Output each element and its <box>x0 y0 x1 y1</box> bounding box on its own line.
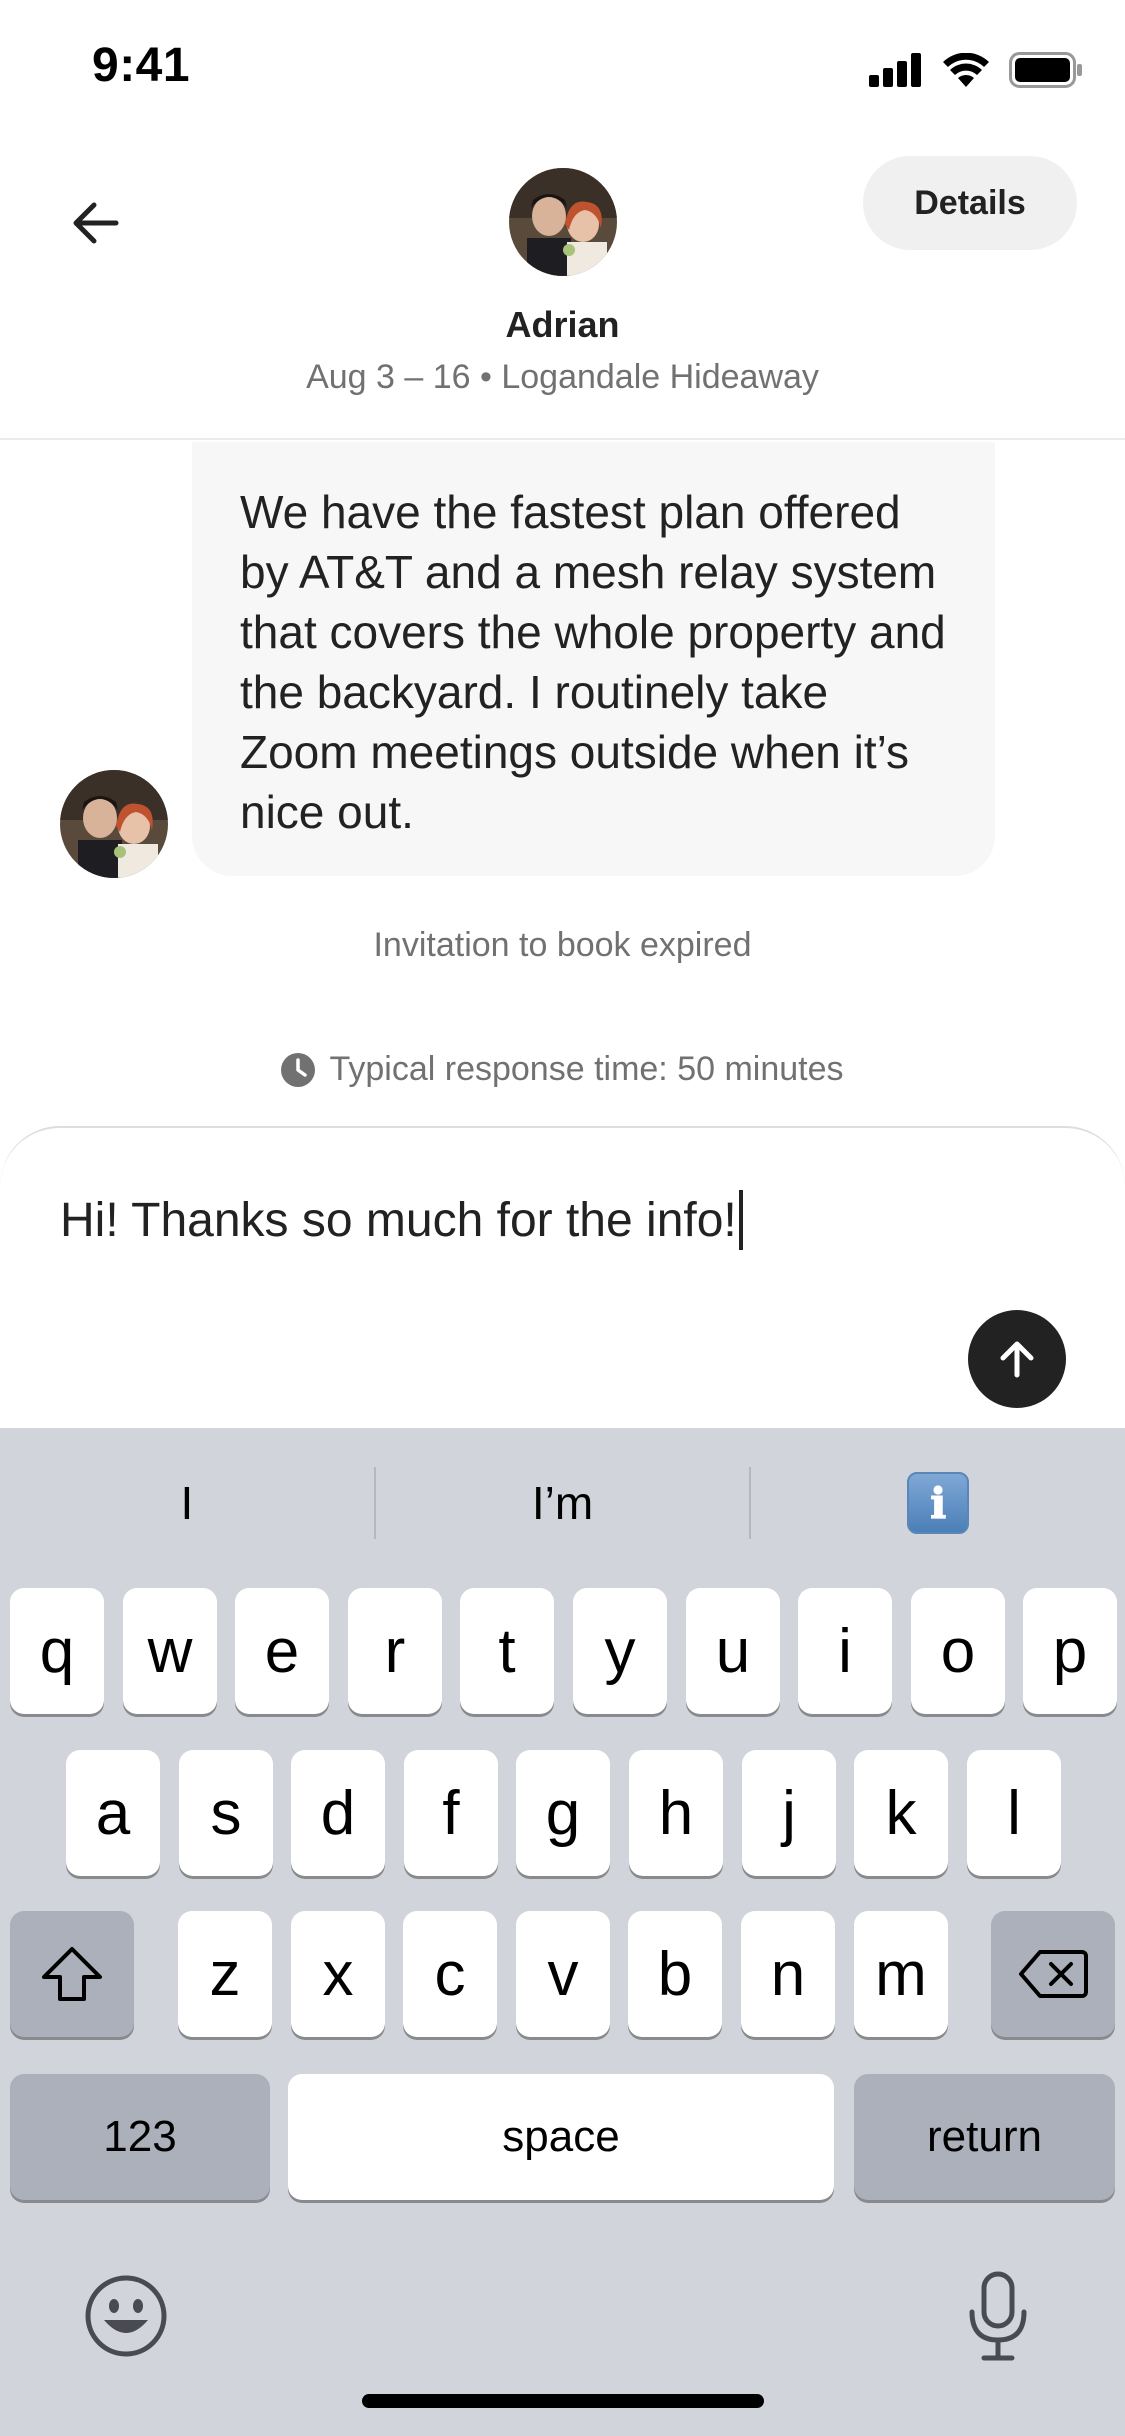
info-emoji-glyph: ℹ <box>930 1478 947 1528</box>
host-name: Adrian <box>505 304 620 345</box>
status-time: 9:41 <box>92 39 191 92</box>
avatar-photo <box>509 168 617 276</box>
key-e[interactable]: e <box>235 1588 329 1714</box>
key-y[interactable]: y <box>573 1588 667 1714</box>
numbers-key[interactable]: 123 <box>10 2074 270 2200</box>
key-u[interactable]: u <box>686 1588 780 1714</box>
space-key[interactable]: space <box>288 2074 834 2200</box>
key-d[interactable]: d <box>291 1750 385 1876</box>
response-time-note: Typical response time: 50 minutes <box>0 1050 1125 1089</box>
key-k[interactable]: k <box>854 1750 948 1876</box>
return-key[interactable]: return <box>854 2074 1115 2200</box>
suggestion-bar: I I’m ℹ <box>0 1428 1125 1578</box>
suggestion-1[interactable]: I <box>0 1466 374 1540</box>
key-q[interactable]: q <box>10 1588 104 1714</box>
message-input[interactable]: Hi! Thanks so much for the info! <box>60 1190 743 1250</box>
key-p[interactable]: p <box>1023 1588 1117 1714</box>
key-r[interactable]: r <box>348 1588 442 1714</box>
wifi-icon <box>943 53 989 87</box>
arrow-left-icon <box>73 202 119 244</box>
delete-backspace-icon <box>1019 1950 1088 1998</box>
key-j[interactable]: j <box>742 1750 836 1876</box>
conversation-header: Details Adrian Aug 3 – 16 • Logandale Hi… <box>0 140 1125 440</box>
trip-info: Aug 3 – 16 • Logandale Hideaway <box>306 358 819 396</box>
suggestion-3[interactable]: ℹ <box>751 1466 1125 1540</box>
status-icons <box>869 50 1083 90</box>
info-emoji-icon: ℹ <box>907 1472 970 1534</box>
key-c[interactable]: c <box>403 1911 497 2037</box>
shift-icon <box>42 1947 102 2001</box>
keyboard: I I’m ℹ 123 space return q w e r t y u i… <box>0 1428 1125 2436</box>
home-indicator[interactable] <box>362 2394 764 2408</box>
key-z[interactable]: z <box>178 1911 272 2037</box>
key-f[interactable]: f <box>404 1750 498 1876</box>
key-o[interactable]: o <box>911 1588 1005 1714</box>
key-h[interactable]: h <box>629 1750 723 1876</box>
key-b[interactable]: b <box>628 1911 722 2037</box>
dictation-button[interactable] <box>956 2268 1040 2364</box>
invitation-expired-note: Invitation to book expired <box>373 926 752 964</box>
key-x[interactable]: x <box>291 1911 385 2037</box>
key-l[interactable]: l <box>967 1750 1061 1876</box>
back-button[interactable] <box>60 188 130 258</box>
delete-key[interactable] <box>991 1911 1115 2037</box>
key-m[interactable]: m <box>854 1911 948 2037</box>
key-w[interactable]: w <box>123 1588 217 1714</box>
cellular-signal-icon <box>869 53 921 87</box>
key-g[interactable]: g <box>516 1750 610 1876</box>
message-bubble[interactable]: We have the fastest plan offered by AT&T… <box>192 442 995 876</box>
text-caret <box>738 1190 743 1250</box>
key-a[interactable]: a <box>66 1750 160 1876</box>
emoji-smiley-icon <box>85 2275 167 2357</box>
response-time-text: Typical response time: 50 minutes <box>329 1050 844 1088</box>
message-text: We have the fastest plan offered by AT&T… <box>240 486 946 838</box>
status-bar: 9:41 <box>0 0 1125 140</box>
emoji-button[interactable] <box>82 2272 170 2360</box>
microphone-icon <box>969 2271 1027 2361</box>
clock-icon <box>281 1052 316 1087</box>
message-list[interactable]: We have the fastest plan offered by AT&T… <box>0 442 1125 1122</box>
suggestion-2[interactable]: I’m <box>376 1466 750 1540</box>
send-button[interactable] <box>968 1310 1066 1408</box>
key-t[interactable]: t <box>460 1588 554 1714</box>
shift-key[interactable] <box>10 1911 134 2037</box>
key-n[interactable]: n <box>741 1911 835 2037</box>
details-button[interactable]: Details <box>863 156 1077 250</box>
key-v[interactable]: v <box>516 1911 610 2037</box>
message-avatar[interactable] <box>60 770 168 878</box>
message-composer: Hi! Thanks so much for the info! <box>0 1126 1125 1428</box>
arrow-up-icon <box>1000 1341 1034 1378</box>
message-input-text: Hi! Thanks so much for the info! <box>60 1193 737 1247</box>
host-avatar[interactable] <box>509 168 617 276</box>
key-i[interactable]: i <box>798 1588 892 1714</box>
battery-icon <box>1009 52 1082 88</box>
key-s[interactable]: s <box>179 1750 273 1876</box>
avatar-photo <box>60 770 168 878</box>
